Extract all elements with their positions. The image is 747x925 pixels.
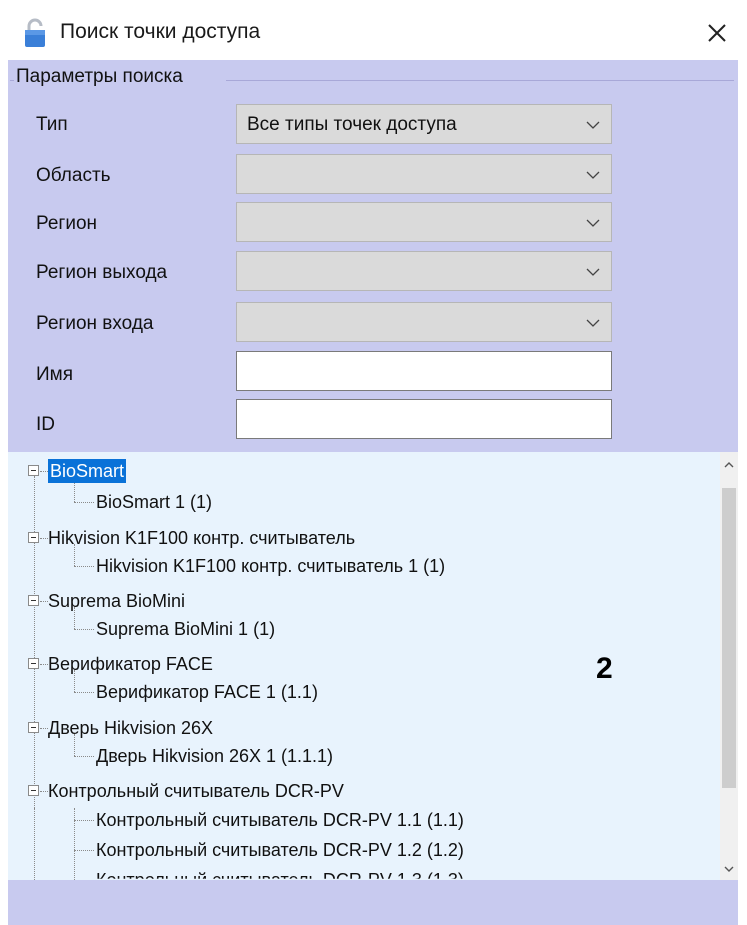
tree-connector xyxy=(40,538,48,539)
chevron-down-icon xyxy=(586,121,600,129)
lock-icon xyxy=(25,18,45,47)
name-label: Имя xyxy=(36,364,74,385)
collapse-icon[interactable] xyxy=(28,785,39,796)
collapse-icon[interactable] xyxy=(28,658,39,669)
tree-node-dcr-pv-1-2[interactable]: Контрольный считыватель DCR-PV 1.2 (1.2) xyxy=(96,838,464,862)
type-label: Тип xyxy=(36,114,68,135)
region-label: Регион xyxy=(36,213,98,234)
access-point-tree-continued[interactable]: Контрольный считыватель DCR-PV 1.1 (1.1)… xyxy=(8,808,720,880)
tree-connector xyxy=(74,566,94,567)
tree-connector xyxy=(40,791,48,792)
tree-connector xyxy=(74,502,94,503)
tree-connector xyxy=(74,808,75,880)
region-combobox[interactable] xyxy=(236,202,612,242)
collapse-icon[interactable] xyxy=(28,722,39,733)
exit-region-label: Регион выхода xyxy=(36,262,168,283)
exit-region-combobox[interactable] xyxy=(236,251,612,291)
tree-node-biosmart[interactable]: BioSmart xyxy=(48,459,127,483)
tree-connector xyxy=(74,820,94,821)
tree-node-door-hikvision[interactable]: Дверь Hikvision 26X xyxy=(48,716,213,740)
id-label: ID xyxy=(36,414,55,435)
tree-connector xyxy=(40,471,48,472)
group-border xyxy=(10,80,14,81)
area-combobox[interactable] xyxy=(236,154,612,194)
tree-node-hikvision-k1f100[interactable]: Hikvision K1F100 контр. считыватель xyxy=(48,526,355,550)
tree-connector xyxy=(74,850,94,851)
access-point-tree[interactable]: BioSmart BioSmart 1 (1) Hikvision K1F100… xyxy=(8,452,738,808)
tree-node-dcr-pv-1-1[interactable]: Контрольный считыватель DCR-PV 1.1 (1.1) xyxy=(96,808,464,832)
chevron-down-icon xyxy=(586,171,600,179)
tree-connector xyxy=(74,692,94,693)
collapse-icon[interactable] xyxy=(28,595,39,606)
title-bar: Поиск точки доступа xyxy=(0,0,747,60)
tree-connector xyxy=(40,664,48,665)
tree-connector xyxy=(40,601,48,602)
tree-node-hikvision-k1f100-1[interactable]: Hikvision K1F100 контр. считыватель 1 (1… xyxy=(96,554,445,578)
type-combobox[interactable]: Все типы точек доступа xyxy=(236,104,612,144)
area-label: Область xyxy=(36,165,111,186)
entry-region-combobox[interactable] xyxy=(236,302,612,342)
tree-node-verifier-face-1[interactable]: Верификатор FACE 1 (1.1) xyxy=(96,680,318,704)
id-input[interactable] xyxy=(236,399,612,439)
search-params-title: Параметры поиска xyxy=(16,66,183,87)
annotation-label: 2 xyxy=(596,652,613,685)
group-border xyxy=(226,80,734,81)
type-combobox-value: Все типы точек доступа xyxy=(247,114,457,135)
chevron-down-icon xyxy=(586,268,600,276)
close-icon[interactable] xyxy=(700,16,734,50)
scroll-up-icon[interactable] xyxy=(722,458,736,472)
tree-node-door-hikvision-1[interactable]: Дверь Hikvision 26X 1 (1.1.1) xyxy=(96,744,333,768)
scrollbar-thumb[interactable] xyxy=(722,488,736,788)
tree-connector xyxy=(34,808,35,880)
tree-node-suprema-biomini-1[interactable]: Suprema BioMini 1 (1) xyxy=(96,617,275,641)
chevron-down-icon xyxy=(586,319,600,327)
entry-region-label: Регион входа xyxy=(36,313,154,334)
tree-connector xyxy=(40,728,48,729)
collapse-icon[interactable] xyxy=(28,465,39,476)
tree-node-biosmart-1[interactable]: BioSmart 1 (1) xyxy=(96,490,212,514)
status-strip xyxy=(8,880,738,925)
tree-connector xyxy=(74,756,94,757)
tree-connector xyxy=(74,629,94,630)
tree-node-suprema-biomini[interactable]: Suprema BioMini xyxy=(48,589,185,613)
tree-node-dcr-pv[interactable]: Контрольный считыватель DCR-PV xyxy=(48,779,344,803)
tree-node-verifier-face[interactable]: Верификатор FACE xyxy=(48,652,213,676)
chevron-down-icon xyxy=(586,219,600,227)
name-input[interactable] xyxy=(236,351,612,391)
tree-connector xyxy=(34,476,35,808)
window-title: Поиск точки доступа xyxy=(60,20,261,43)
scroll-down-icon[interactable] xyxy=(722,862,736,876)
collapse-icon[interactable] xyxy=(28,532,39,543)
